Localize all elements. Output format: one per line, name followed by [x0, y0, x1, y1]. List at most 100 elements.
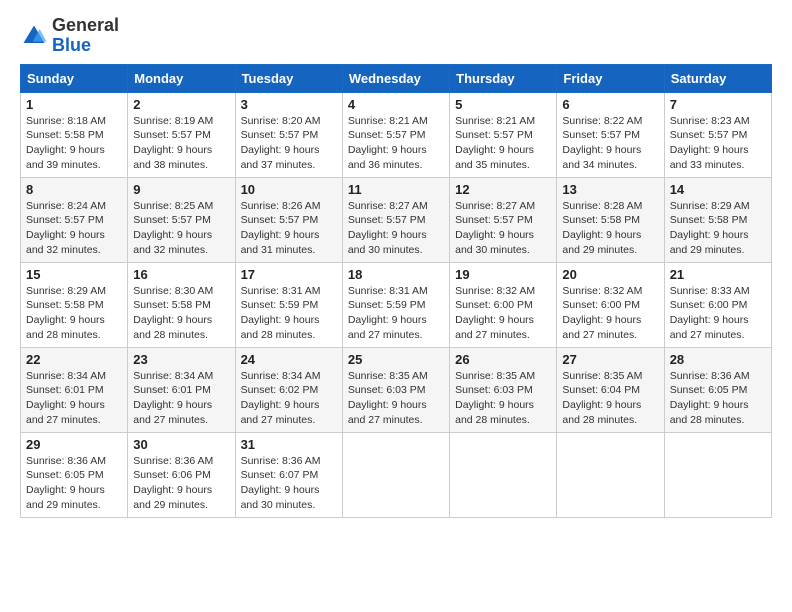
calendar-cell: 29 Sunrise: 8:36 AM Sunset: 6:05 PM Dayl… — [21, 432, 128, 517]
calendar-cell: 2 Sunrise: 8:19 AM Sunset: 5:57 PM Dayli… — [128, 92, 235, 177]
calendar-cell: 7 Sunrise: 8:23 AM Sunset: 5:57 PM Dayli… — [664, 92, 771, 177]
weekday-header-row: SundayMondayTuesdayWednesdayThursdayFrid… — [21, 64, 772, 92]
day-info: Sunrise: 8:32 AM Sunset: 6:00 PM Dayligh… — [562, 284, 658, 343]
day-number: 21 — [670, 267, 766, 282]
calendar-cell: 1 Sunrise: 8:18 AM Sunset: 5:58 PM Dayli… — [21, 92, 128, 177]
day-number: 3 — [241, 97, 337, 112]
calendar-cell: 21 Sunrise: 8:33 AM Sunset: 6:00 PM Dayl… — [664, 262, 771, 347]
day-number: 16 — [133, 267, 229, 282]
day-info: Sunrise: 8:25 AM Sunset: 5:57 PM Dayligh… — [133, 199, 229, 258]
day-info: Sunrise: 8:19 AM Sunset: 5:57 PM Dayligh… — [133, 114, 229, 173]
day-number: 9 — [133, 182, 229, 197]
calendar-cell: 15 Sunrise: 8:29 AM Sunset: 5:58 PM Dayl… — [21, 262, 128, 347]
calendar-cell: 8 Sunrise: 8:24 AM Sunset: 5:57 PM Dayli… — [21, 177, 128, 262]
day-info: Sunrise: 8:35 AM Sunset: 6:03 PM Dayligh… — [348, 369, 444, 428]
day-number: 2 — [133, 97, 229, 112]
weekday-header-wednesday: Wednesday — [342, 64, 449, 92]
day-number: 23 — [133, 352, 229, 367]
day-info: Sunrise: 8:24 AM Sunset: 5:57 PM Dayligh… — [26, 199, 122, 258]
day-info: Sunrise: 8:29 AM Sunset: 5:58 PM Dayligh… — [670, 199, 766, 258]
day-number: 13 — [562, 182, 658, 197]
day-info: Sunrise: 8:20 AM Sunset: 5:57 PM Dayligh… — [241, 114, 337, 173]
day-number: 19 — [455, 267, 551, 282]
calendar-cell: 12 Sunrise: 8:27 AM Sunset: 5:57 PM Dayl… — [450, 177, 557, 262]
calendar-week-row: 29 Sunrise: 8:36 AM Sunset: 6:05 PM Dayl… — [21, 432, 772, 517]
day-number: 30 — [133, 437, 229, 452]
calendar-cell: 13 Sunrise: 8:28 AM Sunset: 5:58 PM Dayl… — [557, 177, 664, 262]
weekday-header-friday: Friday — [557, 64, 664, 92]
day-info: Sunrise: 8:30 AM Sunset: 5:58 PM Dayligh… — [133, 284, 229, 343]
logo-blue-text: Blue — [52, 35, 91, 55]
day-number: 29 — [26, 437, 122, 452]
day-number: 8 — [26, 182, 122, 197]
day-info: Sunrise: 8:27 AM Sunset: 5:57 PM Dayligh… — [455, 199, 551, 258]
day-number: 17 — [241, 267, 337, 282]
calendar-cell: 9 Sunrise: 8:25 AM Sunset: 5:57 PM Dayli… — [128, 177, 235, 262]
day-number: 24 — [241, 352, 337, 367]
day-number: 14 — [670, 182, 766, 197]
day-info: Sunrise: 8:27 AM Sunset: 5:57 PM Dayligh… — [348, 199, 444, 258]
day-number: 4 — [348, 97, 444, 112]
weekday-header-sunday: Sunday — [21, 64, 128, 92]
calendar-cell: 4 Sunrise: 8:21 AM Sunset: 5:57 PM Dayli… — [342, 92, 449, 177]
day-info: Sunrise: 8:34 AM Sunset: 6:01 PM Dayligh… — [133, 369, 229, 428]
weekday-header-monday: Monday — [128, 64, 235, 92]
calendar-cell: 17 Sunrise: 8:31 AM Sunset: 5:59 PM Dayl… — [235, 262, 342, 347]
calendar-week-row: 22 Sunrise: 8:34 AM Sunset: 6:01 PM Dayl… — [21, 347, 772, 432]
day-info: Sunrise: 8:34 AM Sunset: 6:02 PM Dayligh… — [241, 369, 337, 428]
calendar-cell: 6 Sunrise: 8:22 AM Sunset: 5:57 PM Dayli… — [557, 92, 664, 177]
calendar-cell: 31 Sunrise: 8:36 AM Sunset: 6:07 PM Dayl… — [235, 432, 342, 517]
weekday-header-saturday: Saturday — [664, 64, 771, 92]
weekday-header-thursday: Thursday — [450, 64, 557, 92]
day-info: Sunrise: 8:26 AM Sunset: 5:57 PM Dayligh… — [241, 199, 337, 258]
day-info: Sunrise: 8:36 AM Sunset: 6:07 PM Dayligh… — [241, 454, 337, 513]
day-info: Sunrise: 8:18 AM Sunset: 5:58 PM Dayligh… — [26, 114, 122, 173]
calendar-cell: 25 Sunrise: 8:35 AM Sunset: 6:03 PM Dayl… — [342, 347, 449, 432]
calendar-cell — [664, 432, 771, 517]
calendar-table: SundayMondayTuesdayWednesdayThursdayFrid… — [20, 64, 772, 518]
day-info: Sunrise: 8:35 AM Sunset: 6:04 PM Dayligh… — [562, 369, 658, 428]
day-info: Sunrise: 8:33 AM Sunset: 6:00 PM Dayligh… — [670, 284, 766, 343]
calendar-cell: 10 Sunrise: 8:26 AM Sunset: 5:57 PM Dayl… — [235, 177, 342, 262]
logo: General Blue — [20, 16, 119, 56]
calendar-cell: 23 Sunrise: 8:34 AM Sunset: 6:01 PM Dayl… — [128, 347, 235, 432]
day-number: 27 — [562, 352, 658, 367]
calendar-cell — [450, 432, 557, 517]
day-info: Sunrise: 8:35 AM Sunset: 6:03 PM Dayligh… — [455, 369, 551, 428]
page-header: General Blue — [20, 16, 772, 56]
day-number: 18 — [348, 267, 444, 282]
calendar-cell: 18 Sunrise: 8:31 AM Sunset: 5:59 PM Dayl… — [342, 262, 449, 347]
calendar-week-row: 8 Sunrise: 8:24 AM Sunset: 5:57 PM Dayli… — [21, 177, 772, 262]
day-number: 10 — [241, 182, 337, 197]
calendar-cell: 20 Sunrise: 8:32 AM Sunset: 6:00 PM Dayl… — [557, 262, 664, 347]
day-number: 6 — [562, 97, 658, 112]
day-number: 25 — [348, 352, 444, 367]
logo-icon — [20, 22, 48, 50]
day-number: 1 — [26, 97, 122, 112]
day-info: Sunrise: 8:21 AM Sunset: 5:57 PM Dayligh… — [348, 114, 444, 173]
day-number: 12 — [455, 182, 551, 197]
day-info: Sunrise: 8:36 AM Sunset: 6:06 PM Dayligh… — [133, 454, 229, 513]
calendar-cell: 28 Sunrise: 8:36 AM Sunset: 6:05 PM Dayl… — [664, 347, 771, 432]
day-number: 5 — [455, 97, 551, 112]
calendar-week-row: 15 Sunrise: 8:29 AM Sunset: 5:58 PM Dayl… — [21, 262, 772, 347]
calendar-cell: 16 Sunrise: 8:30 AM Sunset: 5:58 PM Dayl… — [128, 262, 235, 347]
day-number: 28 — [670, 352, 766, 367]
logo-general-text: General — [52, 15, 119, 35]
weekday-header-tuesday: Tuesday — [235, 64, 342, 92]
day-info: Sunrise: 8:36 AM Sunset: 6:05 PM Dayligh… — [670, 369, 766, 428]
day-info: Sunrise: 8:23 AM Sunset: 5:57 PM Dayligh… — [670, 114, 766, 173]
day-number: 26 — [455, 352, 551, 367]
day-info: Sunrise: 8:36 AM Sunset: 6:05 PM Dayligh… — [26, 454, 122, 513]
day-number: 20 — [562, 267, 658, 282]
calendar-cell: 11 Sunrise: 8:27 AM Sunset: 5:57 PM Dayl… — [342, 177, 449, 262]
calendar-cell — [342, 432, 449, 517]
day-info: Sunrise: 8:29 AM Sunset: 5:58 PM Dayligh… — [26, 284, 122, 343]
calendar-cell: 30 Sunrise: 8:36 AM Sunset: 6:06 PM Dayl… — [128, 432, 235, 517]
calendar-cell: 5 Sunrise: 8:21 AM Sunset: 5:57 PM Dayli… — [450, 92, 557, 177]
day-number: 7 — [670, 97, 766, 112]
day-info: Sunrise: 8:31 AM Sunset: 5:59 PM Dayligh… — [348, 284, 444, 343]
day-number: 11 — [348, 182, 444, 197]
calendar-cell: 24 Sunrise: 8:34 AM Sunset: 6:02 PM Dayl… — [235, 347, 342, 432]
calendar-cell: 3 Sunrise: 8:20 AM Sunset: 5:57 PM Dayli… — [235, 92, 342, 177]
